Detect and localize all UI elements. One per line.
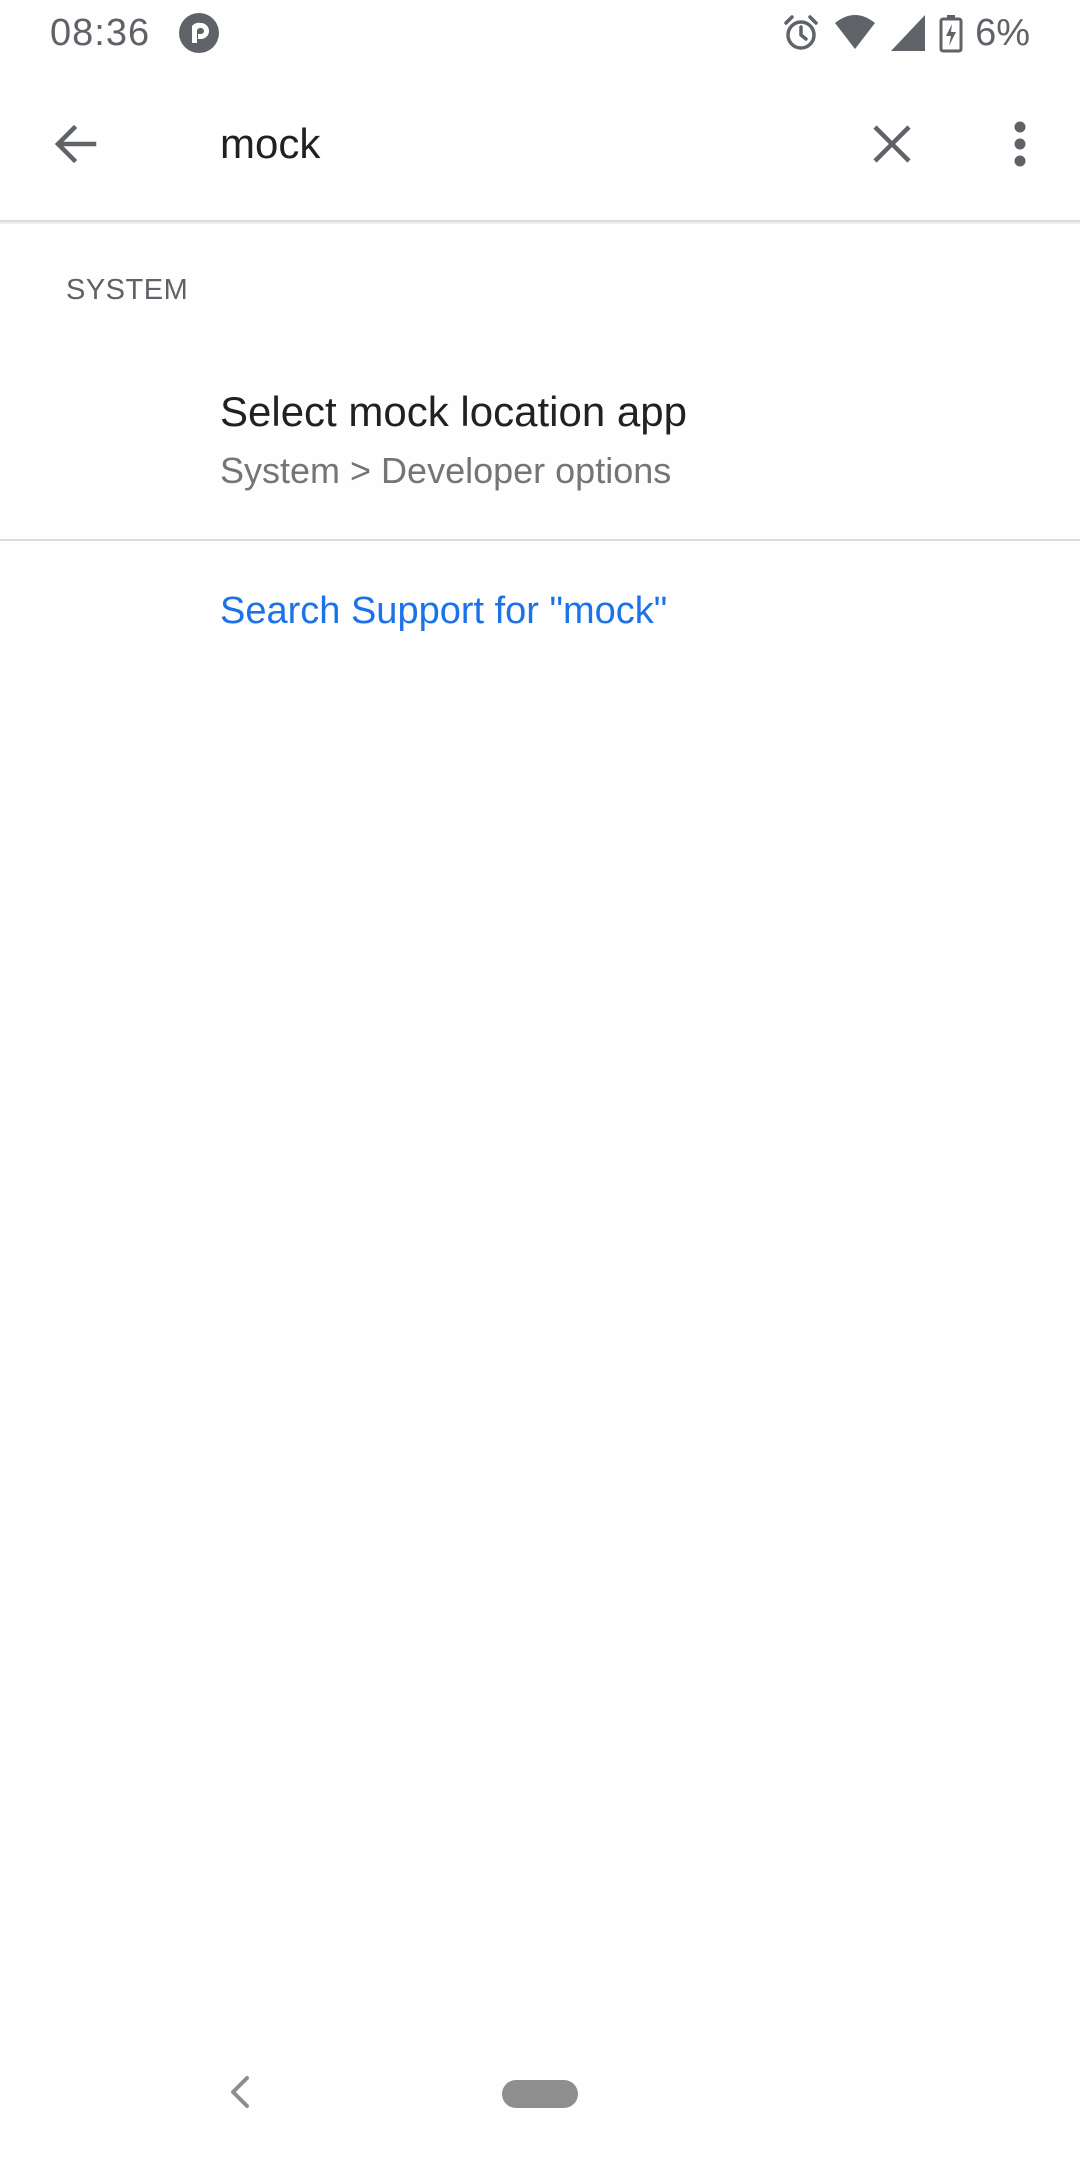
section-header-system: SYSTEM bbox=[66, 274, 189, 306]
alarm-icon bbox=[781, 13, 821, 53]
search-support-link[interactable]: Search Support for "mock" bbox=[220, 590, 667, 633]
cell-signal-icon bbox=[889, 13, 927, 53]
search-input[interactable] bbox=[220, 106, 820, 182]
back-arrow-icon bbox=[52, 120, 100, 173]
clear-search-button[interactable] bbox=[856, 110, 928, 182]
home-pill-icon[interactable] bbox=[502, 2080, 578, 2108]
back-button[interactable] bbox=[40, 110, 112, 182]
battery-percent: 6% bbox=[975, 11, 1030, 54]
pocket-casts-icon bbox=[178, 12, 220, 54]
navigation-bar bbox=[0, 2028, 1080, 2160]
status-time: 08:36 bbox=[50, 12, 151, 54]
nav-back-icon bbox=[229, 2074, 251, 2115]
more-options-button[interactable] bbox=[984, 110, 1056, 182]
result-title: Select mock location app bbox=[220, 388, 687, 435]
more-vert-icon bbox=[1013, 121, 1027, 172]
search-toolbar bbox=[0, 66, 1080, 222]
result-subtitle: System > Developer options bbox=[220, 450, 672, 491]
toolbar-divider bbox=[0, 220, 1080, 224]
close-icon bbox=[871, 123, 913, 170]
results-divider bbox=[0, 539, 1080, 541]
battery-charging-icon bbox=[939, 13, 963, 53]
settings-search-screen: 08:36 6% mock SYSTEM Select mock locatio… bbox=[0, 0, 1080, 2160]
nav-back-button[interactable] bbox=[220, 2068, 260, 2120]
search-result-item[interactable]: Select mock location app System > Develo… bbox=[0, 360, 1080, 538]
status-icons: 6% bbox=[781, 10, 1030, 56]
status-bar: 08:36 6% bbox=[0, 0, 1080, 66]
wifi-icon bbox=[833, 13, 877, 53]
